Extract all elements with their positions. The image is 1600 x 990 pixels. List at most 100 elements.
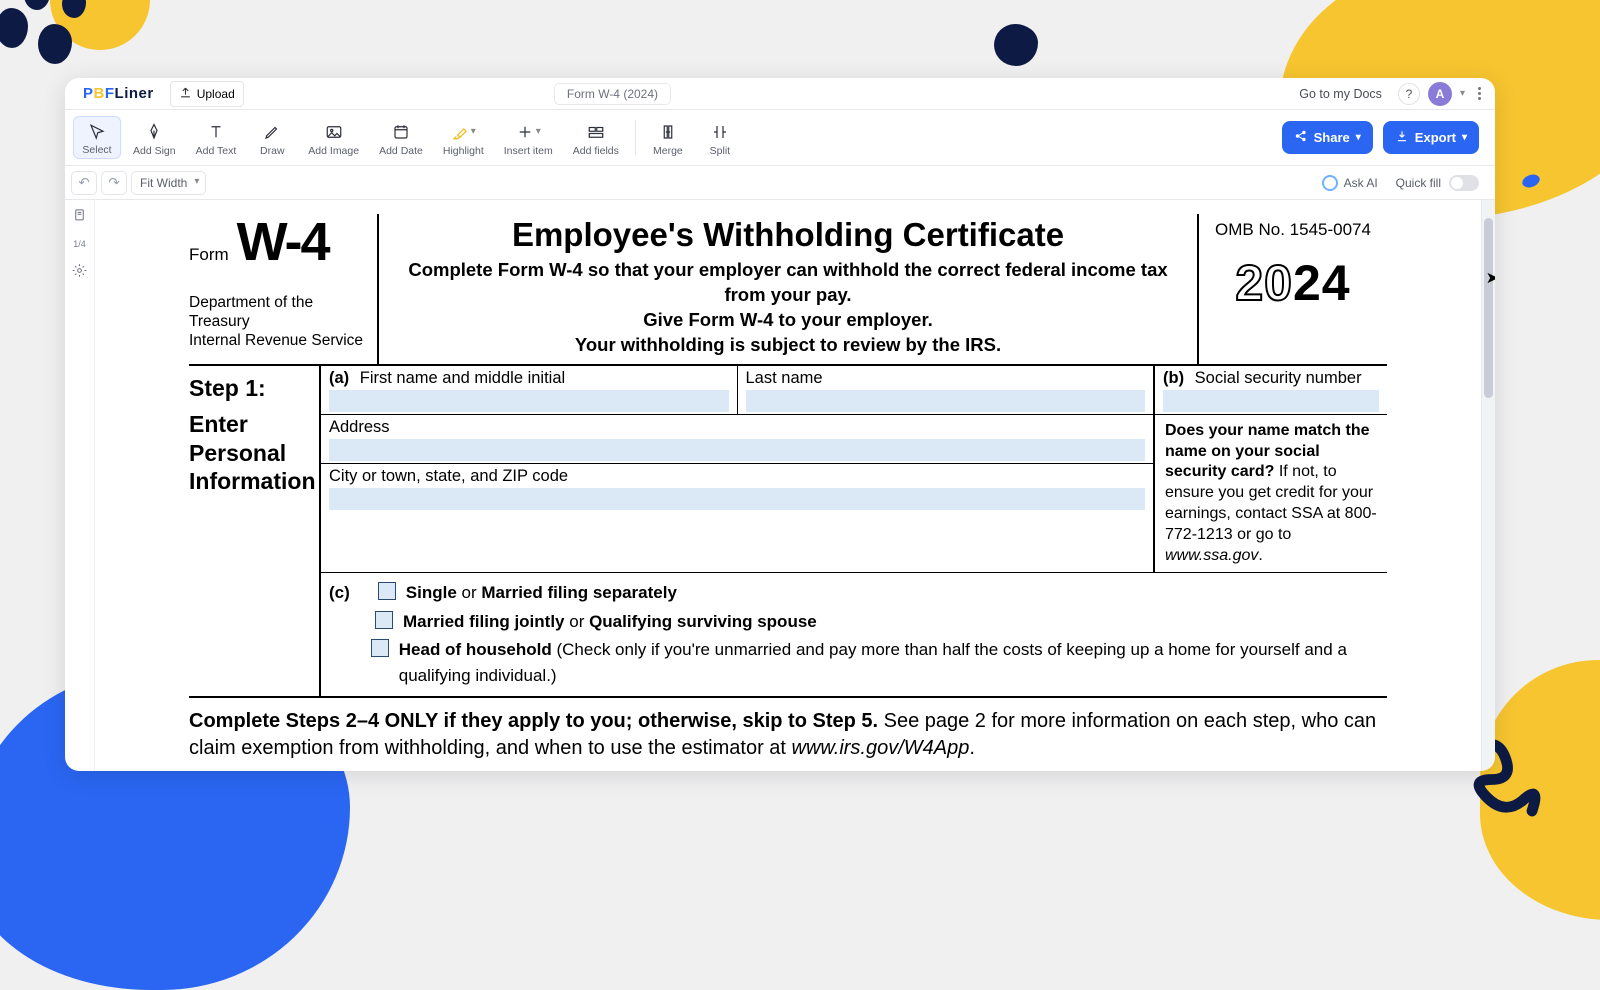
checkbox-married-joint[interactable] <box>375 611 393 629</box>
toolbar-separator <box>635 120 636 155</box>
toolbar-group-edit: Select Add Sign Add Text Draw Add Image … <box>71 110 629 165</box>
steps-2-4-note: Complete Steps 2–4 ONLY if they apply to… <box>189 698 1387 771</box>
merge-icon <box>659 121 677 143</box>
form-word: Form <box>189 245 229 265</box>
a-tag: (a) <box>329 369 349 387</box>
editor-body: 1/4 Form W-4 Department of the Treasury … <box>65 200 1495 771</box>
topbar-right: Go to my Docs ? A ▾ <box>1291 82 1487 106</box>
document-canvas[interactable]: Form W-4 Department of the Treasury Inte… <box>95 200 1481 771</box>
note-dot: . <box>969 737 975 759</box>
tool-highlight-label: Highlight <box>443 145 484 157</box>
city-label: City or town, state, and ZIP code <box>329 467 568 485</box>
dept-line-1: Department of the Treasury <box>189 293 371 332</box>
city-cell: City or town, state, and ZIP code <box>321 464 1153 512</box>
zoom-select[interactable]: Fit Width <box>131 171 206 195</box>
note-bold: Complete Steps 2–4 ONLY if they apply to… <box>189 710 878 732</box>
first-name-label: First name and middle initial <box>360 369 565 387</box>
form-code: W-4 <box>237 218 329 267</box>
header-middle: Employee's Withholding Certificate Compl… <box>379 214 1197 364</box>
first-name-input[interactable] <box>329 390 729 412</box>
form-year: 2024 <box>1205 254 1381 312</box>
filing-row-1: (c) Single or Married filing separately <box>329 580 1379 606</box>
bg-splotch-top-center <box>990 18 1046 74</box>
filing-3-text: Head of household (Check only if you're … <box>399 637 1379 690</box>
upload-button[interactable]: Upload <box>170 81 244 107</box>
toolbar: Select Add Sign Add Text Draw Add Image … <box>65 110 1495 166</box>
tool-add-image[interactable]: Add Image <box>300 116 367 159</box>
toolbar-right: Share ▾ Export ▾ <box>1282 110 1489 165</box>
first-name-cell: (a) First name and middle initial <box>321 366 737 415</box>
text-icon <box>207 121 225 143</box>
match-dot: . <box>1258 547 1262 564</box>
tool-select[interactable]: Select <box>73 116 121 159</box>
redo-button[interactable]: ↷ <box>101 171 127 195</box>
tool-merge[interactable]: Merge <box>644 116 692 159</box>
tool-sign-label: Add Sign <box>133 145 176 157</box>
more-menu-button[interactable] <box>1473 83 1487 105</box>
dept-lines: Department of the Treasury Internal Reve… <box>189 293 371 351</box>
filing-row-2: Married filing jointly or Qualifying sur… <box>329 609 1379 635</box>
checkbox-head-household[interactable] <box>371 639 389 657</box>
quick-fill-toggle[interactable] <box>1449 175 1479 191</box>
tool-select-label: Select <box>82 144 111 156</box>
tool-fields-label: Add fields <box>573 145 619 157</box>
tool-insert-item[interactable]: ▾ Insert item <box>496 116 561 159</box>
tool-text-label: Add Text <box>196 145 237 157</box>
c-tag: (c) <box>329 580 350 606</box>
avatar-menu-chevron-icon[interactable]: ▾ <box>1460 88 1465 99</box>
ai-ring-icon <box>1322 175 1338 191</box>
page-thumb-icon[interactable] <box>72 208 87 225</box>
tool-add-date[interactable]: Add Date <box>371 116 431 159</box>
export-button[interactable]: Export ▾ <box>1383 121 1479 154</box>
step1-fields: (a) First name and middle initial Last n… <box>319 366 1387 696</box>
header-sub-3: Your withholding is subject to review by… <box>389 333 1187 358</box>
tool-add-fields[interactable]: Add fields <box>565 116 627 159</box>
step1-row: Step 1: Enter Personal Information (a) F… <box>189 366 1387 698</box>
topbar: PBFLiner Upload Form W-4 (2024) Go to my… <box>65 78 1495 110</box>
share-button[interactable]: Share ▾ <box>1282 121 1373 154</box>
quick-fill-group: Quick fill <box>1396 175 1479 191</box>
vertical-scrollbar[interactable]: ➤ <box>1481 200 1495 771</box>
match-bold: Does your name match the name on your so… <box>1165 422 1370 481</box>
upload-icon <box>179 86 192 102</box>
settings-icon[interactable] <box>72 263 87 280</box>
avatar[interactable]: A <box>1428 82 1452 106</box>
city-input[interactable] <box>329 488 1145 510</box>
filing-row-3: Head of household (Check only if you're … <box>329 637 1379 690</box>
form-title: Employee's Withholding Certificate <box>389 216 1187 254</box>
omb-number: OMB No. 1545-0074 <box>1205 220 1381 240</box>
cursor-icon <box>88 121 106 142</box>
address-cell: Address <box>321 415 1153 464</box>
scroll-thumb[interactable] <box>1484 218 1493 398</box>
ask-ai-button[interactable]: Ask AI <box>1322 175 1378 191</box>
ssn-input[interactable] <box>1163 390 1379 412</box>
document-title-pill[interactable]: Form W-4 (2024) <box>554 83 671 105</box>
upload-label: Upload <box>197 87 235 101</box>
address-input[interactable] <box>329 439 1145 461</box>
tool-add-text[interactable]: Add Text <box>188 116 245 159</box>
help-button[interactable]: ? <box>1398 83 1420 105</box>
tool-add-sign[interactable]: Add Sign <box>125 116 184 159</box>
checkbox-single[interactable] <box>378 582 396 600</box>
pen-nib-icon <box>145 121 163 143</box>
chevron-down-icon: ▾ <box>1462 132 1467 143</box>
ssn-column: (b) Social security number Does your nam… <box>1153 366 1387 573</box>
step1-text: Enter Personal Information <box>189 410 313 496</box>
plus-icon: ▾ <box>516 121 541 143</box>
ssn-cell: (b) Social security number <box>1155 366 1387 415</box>
form-header: Form W-4 Department of the Treasury Inte… <box>189 214 1387 366</box>
tool-highlight[interactable]: ▾ Highlight <box>435 116 492 159</box>
step1-num: Step 1: <box>189 374 313 404</box>
last-name-input[interactable] <box>746 390 1146 412</box>
goto-docs-button[interactable]: Go to my Docs <box>1291 83 1390 105</box>
undo-button[interactable]: ↶ <box>71 171 97 195</box>
filing-2-text: Married filing jointly or Qualifying sur… <box>403 609 817 635</box>
left-rail: 1/4 <box>65 200 95 771</box>
tool-draw[interactable]: Draw <box>248 116 296 159</box>
tool-image-label: Add Image <box>308 145 359 157</box>
tool-split[interactable]: Split <box>696 116 744 159</box>
header-left: Form W-4 Department of the Treasury Inte… <box>189 214 379 364</box>
name-row: (a) First name and middle initial Last n… <box>321 366 1387 573</box>
header-sub-1: Complete Form W-4 so that your employer … <box>389 258 1187 308</box>
share-label: Share <box>1314 130 1350 145</box>
